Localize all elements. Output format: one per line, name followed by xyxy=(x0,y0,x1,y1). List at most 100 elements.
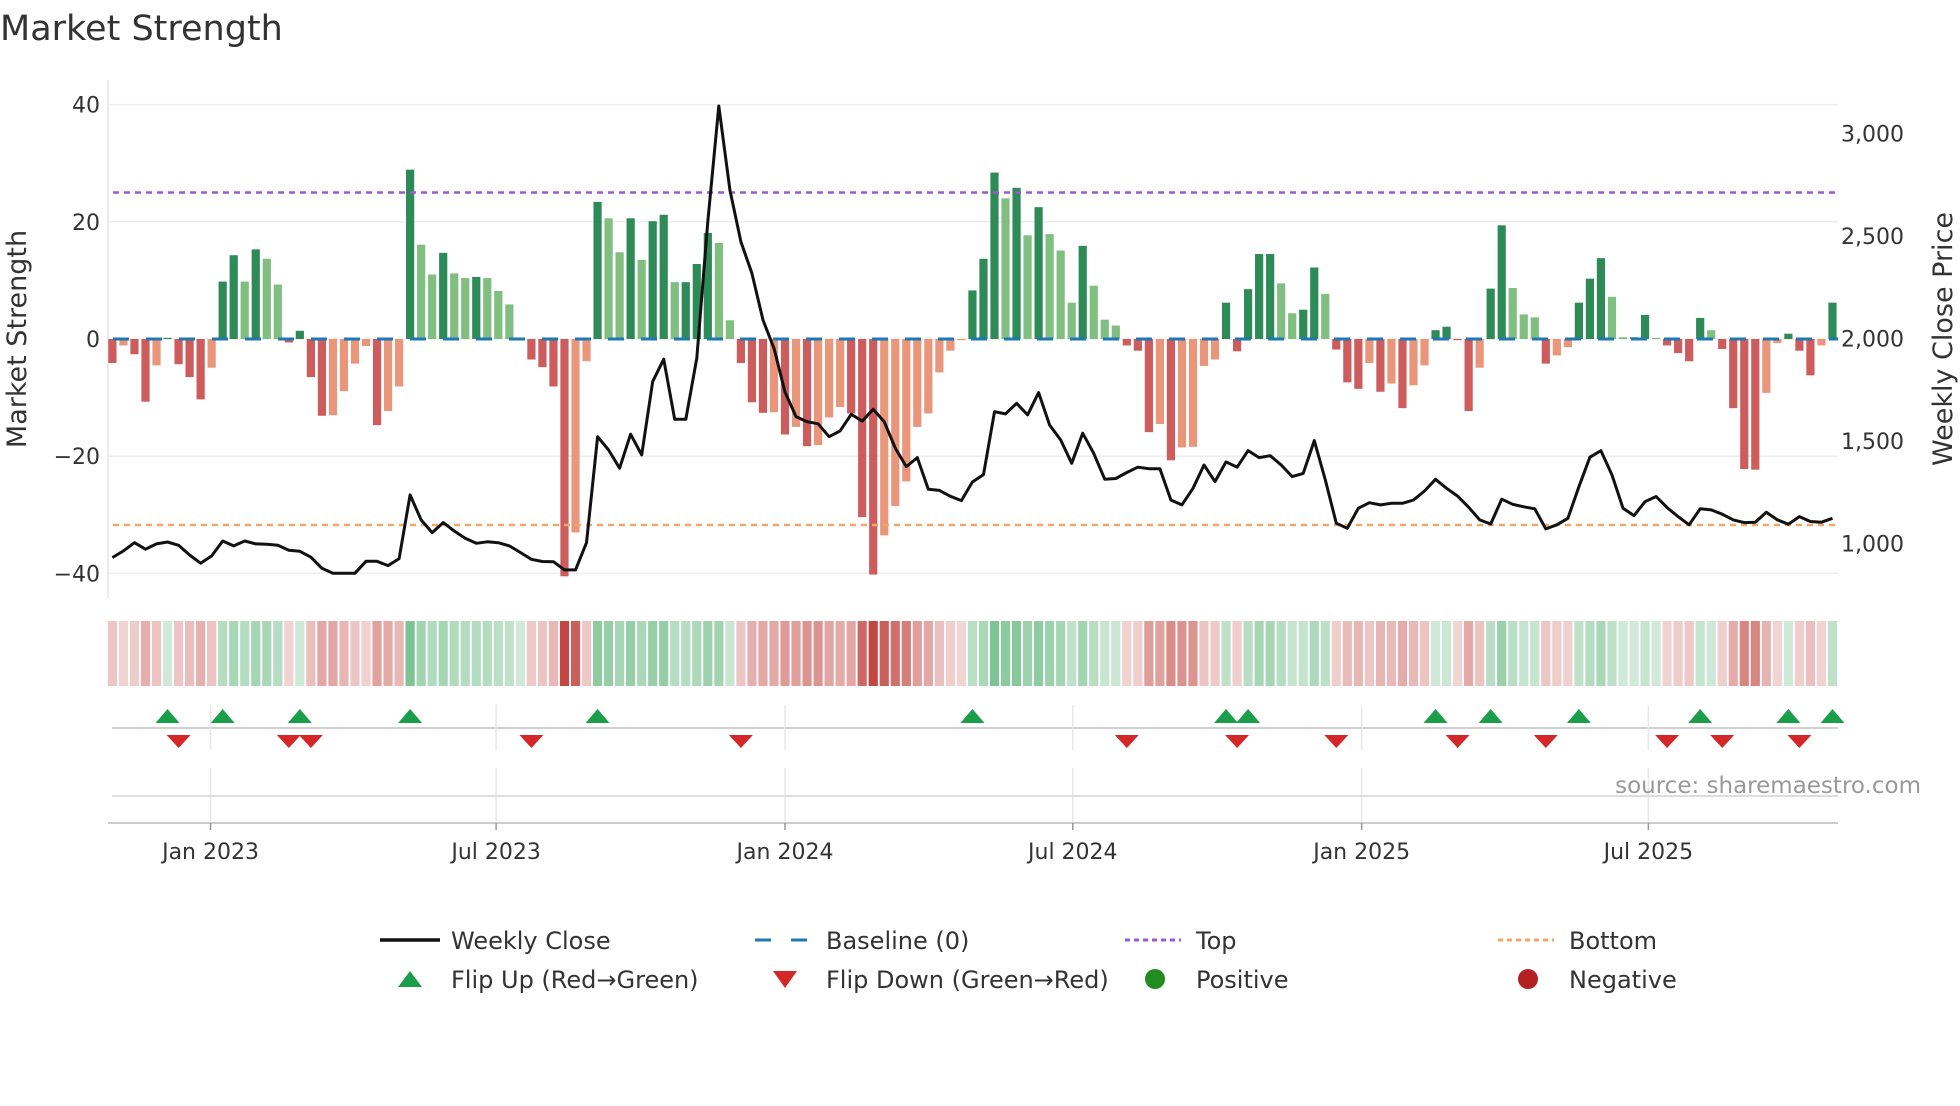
legend: Weekly Close Baseline (0) Top Bottom Flip Up… xyxy=(380,927,1677,994)
x-tick-label: Jan 2023 xyxy=(160,840,259,865)
strip-cell xyxy=(515,621,525,686)
flip-down-marker xyxy=(276,735,301,748)
strength-bar xyxy=(1387,339,1396,384)
strip-cell xyxy=(1684,621,1694,686)
flip-up-marker xyxy=(960,709,985,723)
strip-cell xyxy=(934,621,944,686)
strength-bar xyxy=(1442,326,1451,339)
strength-bar xyxy=(1398,339,1407,409)
strip-cell xyxy=(1155,621,1165,686)
strength-bars xyxy=(108,169,1837,577)
strength-bar xyxy=(648,221,657,339)
strength-bar xyxy=(1497,225,1506,339)
source-credit: source: sharemaestro.com xyxy=(1615,773,1921,799)
strip-cell xyxy=(339,621,349,686)
strip-cell xyxy=(1452,621,1463,686)
flip-up-marker xyxy=(398,709,423,723)
strength-bar xyxy=(1585,278,1595,339)
strength-bar xyxy=(383,339,393,412)
y2-tick-label: 2,500 xyxy=(1841,225,1904,250)
strip-cell xyxy=(405,621,415,686)
strength-bar xyxy=(1232,339,1242,352)
strength-bar xyxy=(1266,254,1275,339)
strength-bar xyxy=(1299,309,1308,339)
strength-bar xyxy=(1166,339,1176,461)
strip-cell xyxy=(394,621,404,686)
x-tick-label: Jan 2025 xyxy=(1311,840,1410,865)
strip-cell xyxy=(846,621,856,686)
strip-cell xyxy=(791,621,801,686)
strength-bar xyxy=(1651,337,1661,339)
flip-up-marker xyxy=(1776,709,1801,723)
strip-cell xyxy=(659,621,669,686)
strength-bar xyxy=(571,339,580,533)
strip-cell xyxy=(129,621,140,686)
strength-bar xyxy=(483,278,492,339)
strip-cell xyxy=(956,621,967,686)
strength-bar xyxy=(163,337,172,339)
strip-cell xyxy=(1530,621,1540,686)
strip-cell xyxy=(229,621,239,686)
strip-cell xyxy=(196,621,206,686)
strip-cell xyxy=(1563,621,1573,686)
strength-bar xyxy=(968,290,977,339)
strip-cell xyxy=(317,621,327,686)
strip-cell xyxy=(703,621,713,686)
strip-cell xyxy=(912,621,922,686)
strength-bar xyxy=(1552,339,1561,356)
strength-bar xyxy=(1343,339,1352,383)
strip-cell xyxy=(648,621,658,686)
flip-down-marker xyxy=(1710,735,1735,748)
strip-cell xyxy=(1607,621,1617,686)
strip-cell xyxy=(1078,621,1088,686)
right-axis-ticks: 3,000 2,500 2,000 1,500 1,000 xyxy=(1841,123,1904,558)
strength-bar xyxy=(659,214,668,339)
strip-cell xyxy=(1287,621,1297,686)
strength-bar xyxy=(626,218,635,339)
strip-cell xyxy=(427,621,437,686)
strip-cell xyxy=(1408,621,1419,686)
strength-bar xyxy=(593,201,602,339)
strength-bar xyxy=(681,282,690,339)
strength-bar xyxy=(1133,339,1142,351)
strength-bar xyxy=(1210,339,1220,360)
strip-cell xyxy=(1629,621,1639,686)
strip-cell xyxy=(570,621,581,686)
strength-bar xyxy=(1718,339,1727,349)
strength-bar xyxy=(1685,339,1694,362)
flip-down-marker xyxy=(1114,735,1139,748)
strength-bar xyxy=(1067,302,1076,339)
flip-up-marker xyxy=(287,709,312,723)
strip-cell xyxy=(1662,621,1672,686)
x-tick-label: Jul 2024 xyxy=(1026,840,1118,865)
strip-cell xyxy=(416,621,426,686)
strip-cell xyxy=(1717,621,1727,686)
strength-heat-strip xyxy=(107,621,1838,686)
strength-bar xyxy=(505,304,514,339)
strength-bar xyxy=(439,252,448,339)
strength-bar xyxy=(1056,250,1065,339)
strip-cell xyxy=(438,621,448,686)
strip-cell xyxy=(581,621,592,686)
strip-cell xyxy=(824,621,834,686)
strip-cell xyxy=(769,621,779,686)
strip-cell xyxy=(868,621,878,686)
strength-bar xyxy=(174,339,183,365)
strip-cell xyxy=(890,621,900,686)
strip-cell xyxy=(140,621,151,686)
flip-up-marker xyxy=(1566,709,1591,723)
strip-cell xyxy=(471,621,481,686)
strength-bar xyxy=(1486,288,1495,339)
strength-bar xyxy=(802,339,812,447)
strength-bar xyxy=(582,339,591,362)
legend-label: Negative xyxy=(1569,966,1677,994)
x-axis: Jan 2023 Jul 2023 Jan 2024 Jul 2024 Jan 2025… xyxy=(108,795,1838,865)
strength-bar xyxy=(880,339,889,536)
strip-cell xyxy=(162,621,173,686)
y2-axis-label: Weekly Close Price xyxy=(1928,212,1959,466)
strength-bar xyxy=(1100,319,1109,339)
strength-bar xyxy=(736,339,745,364)
strength-bar xyxy=(1310,267,1319,339)
market-strength-chart: Market Strength 40 20 0 −20 −40 3,000 2,500 2,… xyxy=(0,9,1959,994)
strip-cell xyxy=(361,621,371,686)
